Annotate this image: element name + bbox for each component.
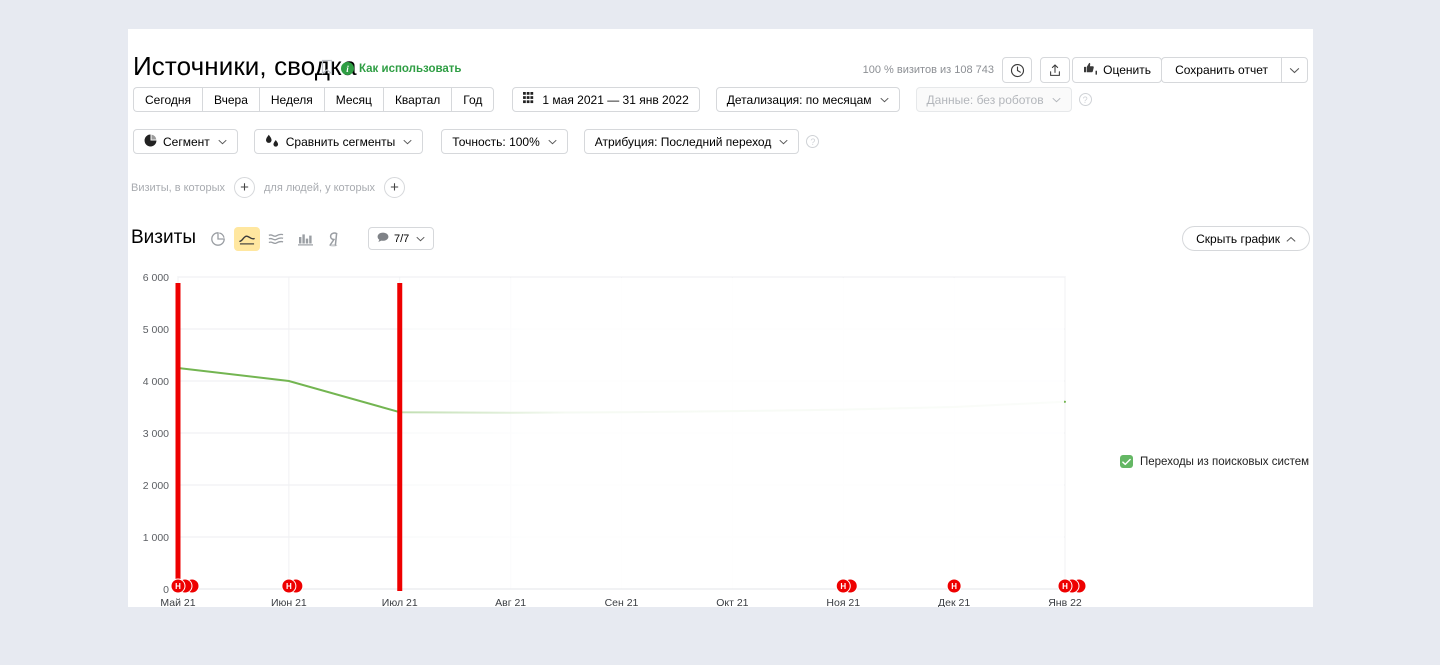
add-visits-filter-icon[interactable]: +	[234, 177, 255, 198]
clock-icon[interactable]	[1002, 57, 1032, 83]
detail-level-select[interactable]: Детализация: по месяцам	[715, 87, 900, 112]
attribution-select[interactable]: Атрибуция: Последний переход	[583, 129, 800, 154]
calendar-icon	[523, 92, 536, 107]
add-people-filter-icon[interactable]: +	[384, 177, 405, 198]
stacked-area-icon[interactable]	[263, 227, 289, 251]
how-to-use-link[interactable]: i Как использовать	[341, 62, 462, 75]
rate-button[interactable]: Оценить	[1072, 57, 1162, 83]
bookmark-icon[interactable]	[321, 59, 333, 75]
save-report-caret-icon[interactable]	[1281, 57, 1308, 83]
how-to-use-label: Как использовать	[359, 62, 462, 75]
y-axis-tick: 3 000	[143, 428, 169, 440]
period-month[interactable]: Месяц	[323, 87, 383, 112]
report-header: Источники, сводка i Как использовать 100…	[128, 29, 1313, 83]
date-range-label: 1 мая 2021 — 31 янв 2022	[542, 92, 689, 107]
x-axis-tick: Июл 21	[382, 597, 418, 607]
annotation-bar	[397, 283, 403, 591]
chevron-up-icon	[1286, 232, 1296, 246]
chevron-down-icon	[403, 137, 412, 147]
chevron-down-icon	[1052, 95, 1061, 105]
segment-label: Сегмент	[163, 134, 210, 149]
pie-chart-icon[interactable]	[205, 227, 231, 251]
rate-label: Оценить	[1103, 63, 1151, 77]
chart-header: Визиты 7/7 Скрыть график	[128, 225, 1313, 257]
visits-line-chart[interactable]: 0 1 000 2 000 3 000 4 000 5 000 6 000 Май 21 Июн…	[128, 265, 1313, 609]
filter-row: Визиты, в которых + для людей, у которых…	[131, 177, 405, 198]
detail-level-label: Детализация: по месяцам	[726, 92, 872, 107]
report-card: Источники, сводка i Как использовать 100…	[128, 29, 1313, 609]
annotation-marker-label: Н	[175, 582, 181, 591]
chart-title: Визиты	[131, 227, 196, 248]
period-today[interactable]: Сегодня	[133, 87, 202, 112]
compare-segments-select[interactable]: Сравнить сегменты	[253, 129, 424, 154]
x-axis-tick: Май 21	[160, 597, 195, 607]
compare-segments-label: Сравнить сегменты	[285, 134, 396, 149]
chevron-down-icon	[548, 137, 557, 147]
segment-select[interactable]: Сегмент	[133, 129, 238, 154]
annotation-marker-label: Н	[286, 582, 292, 591]
attribution-label: Атрибуция: Последний переход	[594, 134, 772, 149]
y-axis-tick: 5 000	[143, 324, 169, 336]
hide-chart-button[interactable]: Скрыть график	[1182, 226, 1310, 251]
period-yesterday[interactable]: Вчера	[202, 87, 259, 112]
bar-chart-icon[interactable]	[292, 227, 318, 251]
help-icon[interactable]: ?	[806, 135, 820, 148]
share-icon[interactable]	[1040, 57, 1070, 83]
period-toolbar: Сегодня Вчера Неделя Месяц Квартал Год 1…	[133, 87, 1092, 112]
x-axis-tick: Июн 21	[271, 597, 307, 607]
precision-select[interactable]: Точность: 100%	[441, 129, 568, 154]
visits-filter-label: Визиты, в которых	[131, 181, 225, 194]
data-robots-label: Данные: без роботов	[926, 92, 1044, 107]
chevron-down-icon	[416, 234, 425, 244]
bubble-icon	[377, 232, 389, 246]
chevron-down-icon	[779, 137, 788, 147]
x-axis-tick: Ноя 21	[826, 597, 860, 607]
chart-area: 0 1 000 2 000 3 000 4 000 5 000 6 000 Май 21 Июн…	[128, 265, 1313, 609]
date-range-button[interactable]: 1 мая 2021 — 31 янв 2022	[512, 87, 700, 112]
x-axis-tick: Дек 21	[938, 597, 970, 607]
line-chart-icon[interactable]	[234, 227, 260, 251]
hide-chart-label: Скрыть график	[1196, 231, 1280, 246]
save-report-button[interactable]: Сохранить отчет	[1161, 57, 1281, 83]
x-axis-tick: Янв 22	[1048, 597, 1082, 607]
legend-item-search-traffic[interactable]: Переходы из поисковых систем	[1120, 455, 1309, 468]
annotation-marker-label: Н	[951, 582, 957, 591]
thumbs-icon	[1083, 62, 1098, 78]
segment-toolbar: Сегмент Сравнить сегменты Точность: 100%	[133, 129, 820, 154]
y-axis-tick: 2 000	[143, 480, 169, 492]
x-axis-tick: Сен 21	[605, 597, 639, 607]
annotation-bar	[175, 283, 181, 591]
save-report-group: Сохранить отчет	[1161, 57, 1308, 83]
y-axis-tick: 1 000	[143, 532, 169, 544]
help-icon[interactable]: ?	[1078, 93, 1092, 106]
x-axis-tick: Авг 21	[495, 597, 526, 607]
y-axis-tick: 6 000	[143, 272, 169, 284]
compare-drops-icon	[265, 134, 280, 150]
precision-label: Точность: 100%	[452, 134, 540, 149]
metrics-selector[interactable]: 7/7	[368, 227, 435, 250]
annotation-marker-label: Н	[840, 582, 846, 591]
metrics-count-label: 7/7	[394, 232, 410, 245]
check-icon	[1120, 455, 1133, 468]
people-filter-label: для людей, у которых	[264, 181, 375, 194]
x-axis-tick: Окт 21	[716, 597, 748, 607]
map-pin-icon[interactable]	[321, 227, 347, 251]
annotation-marker-label: Н	[1062, 582, 1068, 591]
visits-summary: 100 % визитов из 108 743	[862, 64, 994, 76]
data-robots-select: Данные: без роботов	[915, 87, 1072, 112]
pie-segment-icon	[144, 134, 157, 150]
period-year[interactable]: Год	[451, 87, 495, 112]
info-icon: i	[341, 62, 354, 75]
chevron-down-icon	[218, 137, 227, 147]
y-axis-tick: 4 000	[143, 376, 169, 388]
period-quarter[interactable]: Квартал	[382, 87, 452, 112]
chevron-down-icon	[879, 95, 889, 105]
legend-label: Переходы из поисковых систем	[1140, 455, 1310, 468]
y-axis-tick: 0	[163, 584, 169, 596]
period-button-group: Сегодня Вчера Неделя Месяц Квартал Год	[133, 87, 495, 112]
period-week[interactable]: Неделя	[258, 87, 324, 112]
